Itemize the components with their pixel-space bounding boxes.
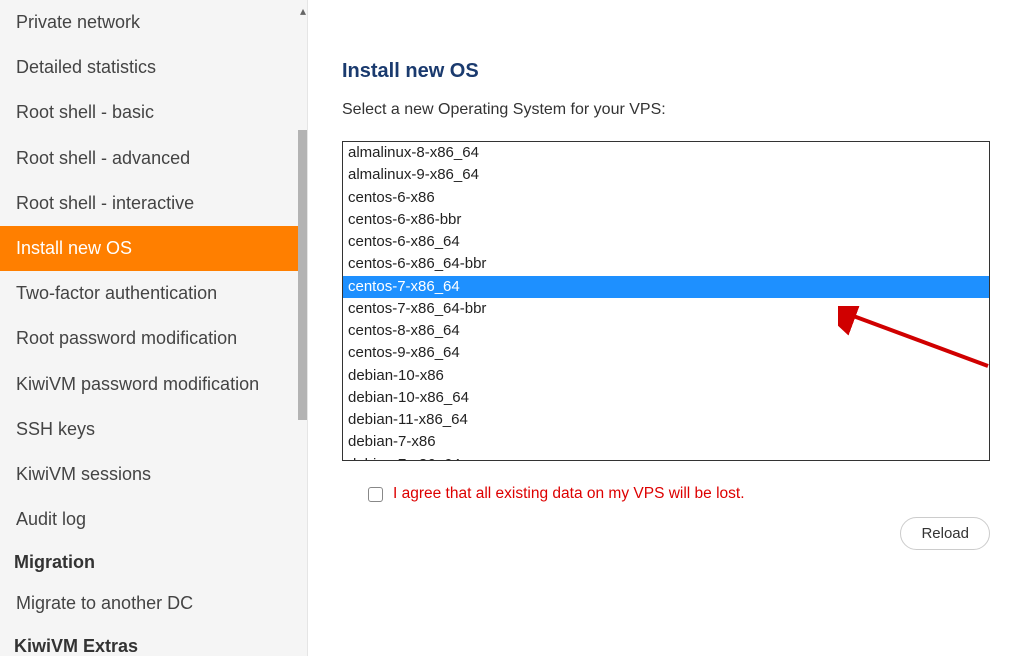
os-option-debian-11-x86_64[interactable]: debian-11-x86_64 [343, 409, 989, 431]
sidebar-item-ssh-keys[interactable]: SSH keys [0, 407, 307, 452]
os-option-centos-8-x86_64[interactable]: centos-8-x86_64 [343, 320, 989, 342]
sidebar-heading-extras: KiwiVM Extras [0, 626, 307, 656]
sidebar-item-two-factor-authentication[interactable]: Two-factor authentication [0, 271, 307, 316]
os-option-centos-6-x86[interactable]: centos-6-x86 [343, 187, 989, 209]
sidebar-scrollbar[interactable] [298, 0, 307, 656]
agree-label: I agree that all existing data on my VPS… [393, 485, 745, 503]
os-option-debian-10-x86_64[interactable]: debian-10-x86_64 [343, 387, 989, 409]
os-option-debian-10-x86[interactable]: debian-10-x86 [343, 365, 989, 387]
os-option-centos-7-x86_64[interactable]: centos-7-x86_64 [343, 276, 989, 298]
os-option-centos-7-x86_64-bbr[interactable]: centos-7-x86_64-bbr [343, 298, 989, 320]
os-option-debian-7-x86[interactable]: debian-7-x86 [343, 431, 989, 453]
sidebar-item-detailed-statistics[interactable]: Detailed statistics [0, 45, 307, 90]
sidebar-item-root-shell-basic[interactable]: Root shell - basic [0, 90, 307, 135]
sidebar: ▴ Private networkDetailed statisticsRoot… [0, 0, 308, 656]
sidebar-item-kiwivm-password-modification[interactable]: KiwiVM password modification [0, 362, 307, 407]
page-subtitle: Select a new Operating System for your V… [342, 101, 990, 119]
os-select-listbox[interactable]: almalinux-8-x86_64almalinux-9-x86_64cent… [342, 141, 990, 461]
sidebar-item-kiwivm-sessions[interactable]: KiwiVM sessions [0, 452, 307, 497]
sidebar-item-migrate-to-another-dc[interactable]: Migrate to another DC [0, 581, 307, 626]
os-option-almalinux-8-x86_64[interactable]: almalinux-8-x86_64 [343, 142, 989, 164]
sidebar-item-private-network[interactable]: Private network [0, 0, 307, 45]
sidebar-scroll-thumb[interactable] [298, 130, 307, 420]
os-option-almalinux-9-x86_64[interactable]: almalinux-9-x86_64 [343, 164, 989, 186]
sidebar-item-root-shell-interactive[interactable]: Root shell - interactive [0, 181, 307, 226]
reload-button[interactable]: Reload [900, 517, 990, 550]
agree-checkbox[interactable] [368, 487, 383, 502]
os-option-centos-6-x86_64[interactable]: centos-6-x86_64 [343, 231, 989, 253]
sidebar-item-audit-log[interactable]: Audit log [0, 497, 307, 542]
sidebar-item-root-password-modification[interactable]: Root password modification [0, 316, 307, 361]
sidebar-item-root-shell-advanced[interactable]: Root shell - advanced [0, 136, 307, 181]
os-option-centos-9-x86_64[interactable]: centos-9-x86_64 [343, 342, 989, 364]
os-option-centos-6-x86-bbr[interactable]: centos-6-x86-bbr [343, 209, 989, 231]
sidebar-heading-migration: Migration [0, 542, 307, 581]
os-option-centos-6-x86_64-bbr[interactable]: centos-6-x86_64-bbr [343, 253, 989, 275]
page-title: Install new OS [342, 60, 990, 83]
os-option-debian-7-x86_64[interactable]: debian-7-x86_64 [343, 454, 989, 462]
sidebar-item-install-new-os[interactable]: Install new OS [0, 226, 307, 271]
main-content: Install new OS Select a new Operating Sy… [308, 0, 1024, 656]
